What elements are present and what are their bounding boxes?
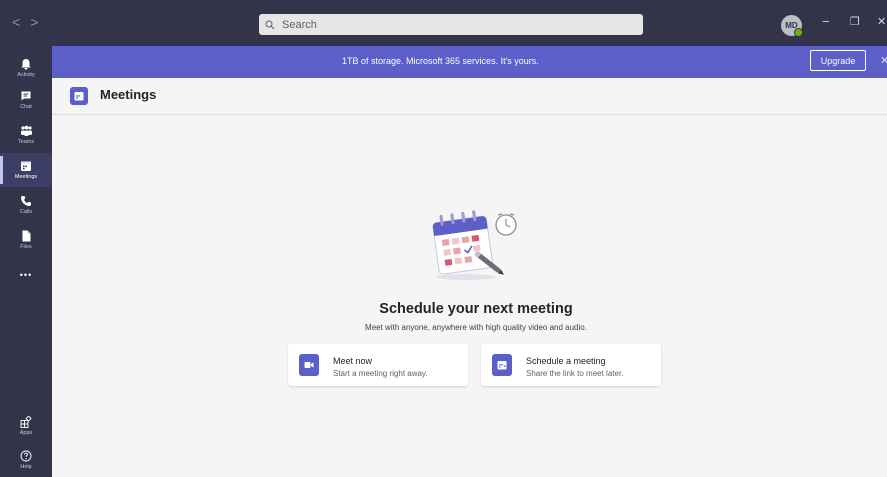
meet-now-subtitle: Start a meeting right away. bbox=[333, 369, 428, 378]
apps-icon bbox=[20, 416, 32, 428]
upgrade-banner: 1TB of storage. Microsoft 365 services. … bbox=[52, 46, 887, 78]
more-icon: ••• bbox=[19, 270, 33, 280]
meetings-calendar-icon bbox=[70, 87, 88, 105]
rail-item-label: Meetings bbox=[14, 174, 38, 180]
restore-button[interactable]: ❐ bbox=[850, 15, 860, 28]
schedule-meeting-card[interactable]: Schedule a meeting Share the link to mee… bbox=[481, 344, 661, 386]
rail-item-chat[interactable]: Chat bbox=[0, 83, 52, 117]
page-header: Meetings bbox=[52, 78, 887, 115]
teams-icon bbox=[20, 125, 32, 136]
calendar-icon bbox=[21, 161, 31, 171]
video-icon bbox=[299, 354, 319, 376]
rail-item-teams[interactable]: Teams bbox=[0, 118, 52, 152]
empty-state-headline: Schedule your next meeting bbox=[379, 301, 573, 317]
banner-text: 1TB of storage. Microsoft 365 services. … bbox=[342, 56, 539, 66]
page-title: Meetings bbox=[100, 87, 157, 102]
empty-state-subline: Meet with anyone, anywhere with high qua… bbox=[365, 323, 587, 332]
calendar-illustration bbox=[432, 210, 517, 280]
calendar-add-icon bbox=[492, 354, 512, 376]
meetings-empty-state: Schedule your next meeting Meet with any… bbox=[52, 115, 887, 477]
phone-icon bbox=[21, 196, 31, 206]
history-nav: <> bbox=[12, 14, 48, 30]
file-icon bbox=[22, 230, 30, 242]
minimize-button[interactable]: − bbox=[822, 14, 830, 29]
rail-item-label: Files bbox=[20, 244, 32, 250]
upgrade-button[interactable]: Upgrade bbox=[810, 50, 866, 71]
avatar[interactable]: MD bbox=[781, 15, 803, 37]
rail-item-calls[interactable]: Calls bbox=[0, 188, 52, 222]
presence-available-icon bbox=[794, 28, 803, 37]
rail-item-files[interactable]: Files bbox=[0, 223, 52, 257]
help-icon bbox=[20, 450, 32, 462]
rail-item-activity[interactable]: Activity bbox=[0, 51, 52, 85]
rail-item-label: Calls bbox=[19, 209, 33, 215]
meet-now-card[interactable]: Meet now Start a meeting right away. bbox=[288, 344, 468, 386]
rail-item-apps[interactable]: Apps bbox=[0, 409, 52, 443]
rail-item-label: Activity bbox=[17, 72, 35, 78]
title-bar: <> MD − ❐ ✕ bbox=[0, 0, 887, 46]
banner-close-icon[interactable]: ✕ bbox=[880, 54, 887, 67]
search-input[interactable] bbox=[280, 17, 643, 32]
meet-now-title: Meet now bbox=[333, 356, 373, 366]
rail-item-label: Help bbox=[20, 464, 32, 470]
close-button[interactable]: ✕ bbox=[877, 15, 886, 28]
search-icon bbox=[265, 20, 275, 29]
forward-button[interactable]: > bbox=[30, 14, 48, 30]
search-box[interactable] bbox=[259, 14, 643, 35]
rail-item-label: Apps bbox=[19, 430, 33, 436]
rail-item-help[interactable]: Help bbox=[0, 443, 52, 477]
rail-item-label: Chat bbox=[20, 104, 32, 110]
back-button[interactable]: < bbox=[12, 14, 30, 30]
schedule-meeting-subtitle: Share the link to meet later. bbox=[526, 369, 624, 378]
rail-more-button[interactable]: ••• bbox=[0, 260, 52, 290]
rail-item-label: Teams bbox=[17, 139, 35, 145]
schedule-meeting-title: Schedule a meeting bbox=[526, 356, 606, 366]
bell-icon bbox=[21, 59, 31, 70]
rail-item-meetings[interactable]: Meetings bbox=[0, 153, 52, 187]
app-rail: Activity Chat Teams Meetings Calls Files… bbox=[0, 46, 52, 477]
chat-icon bbox=[21, 91, 31, 101]
